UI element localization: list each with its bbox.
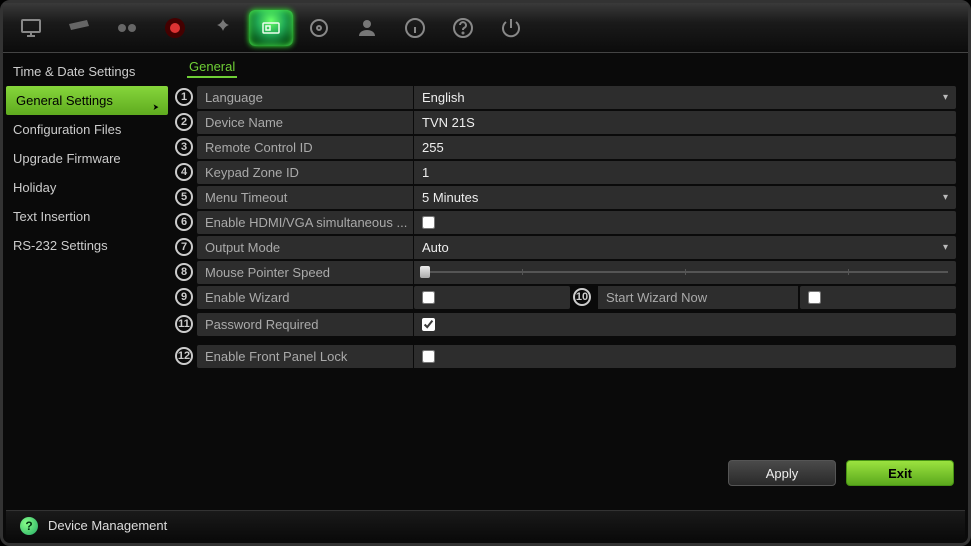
- power-icon[interactable]: [489, 10, 533, 46]
- row-badge: 8: [175, 263, 193, 281]
- field-value-output-mode[interactable]: Auto: [414, 236, 956, 259]
- field-label: Output Mode: [197, 236, 413, 259]
- field-label: Keypad Zone ID: [197, 161, 413, 184]
- disk-icon[interactable]: [297, 10, 341, 46]
- field-label: Menu Timeout: [197, 186, 413, 209]
- motion-icon[interactable]: [201, 10, 245, 46]
- sidebar-item-holiday[interactable]: Holiday: [3, 173, 171, 202]
- sidebar-item-text-insertion[interactable]: Text Insertion: [3, 202, 171, 231]
- field-label: Language: [197, 86, 413, 109]
- tab-general[interactable]: General: [187, 57, 237, 78]
- field-value-device-name[interactable]: TVN 21S: [414, 111, 956, 134]
- row-badge: 1: [175, 88, 193, 106]
- help-icon[interactable]: [441, 10, 485, 46]
- field-value-mouse-pointer-speed[interactable]: [414, 261, 956, 284]
- info-icon[interactable]: [393, 10, 437, 46]
- row-badge: 2: [175, 113, 193, 131]
- field-value-enable-hdmi-vga-simultaneous[interactable]: [414, 211, 956, 234]
- system-settings-icon[interactable]: [249, 10, 293, 46]
- field-value-enable-front-panel-lock[interactable]: [414, 345, 956, 368]
- field-label: Device Name: [197, 111, 413, 134]
- top-toolbar: [3, 3, 968, 53]
- field-label: Enable Wizard: [197, 286, 413, 309]
- gauges-icon[interactable]: [105, 10, 149, 46]
- status-bar: ? Device Management: [6, 510, 965, 540]
- exit-button[interactable]: Exit: [846, 460, 954, 486]
- field-value-menu-timeout[interactable]: 5 Minutes: [414, 186, 956, 209]
- row-badge: 9: [175, 288, 193, 306]
- status-title: Device Management: [48, 518, 167, 533]
- start-wizard-checkbox[interactable]: [800, 286, 956, 309]
- field-value-remote-control-id[interactable]: 255: [414, 136, 956, 159]
- row-badge: 12: [175, 347, 193, 365]
- monitor-icon[interactable]: [9, 10, 53, 46]
- row-badge: 11: [175, 315, 193, 333]
- row-badge: 3: [175, 138, 193, 156]
- sidebar-item-upgrade-firmware[interactable]: Upgrade Firmware: [3, 144, 171, 173]
- field-value-keypad-zone-id[interactable]: 1: [414, 161, 956, 184]
- sidebar-item-general-settings[interactable]: General Settings: [6, 86, 168, 115]
- help-hint-icon: ?: [20, 517, 38, 535]
- card-icon[interactable]: [57, 10, 101, 46]
- field-label: Password Required: [197, 313, 413, 336]
- row-badge: 6: [175, 213, 193, 231]
- field-value-language[interactable]: English: [414, 86, 956, 109]
- row-badge: 4: [175, 163, 193, 181]
- field-label: Enable Front Panel Lock: [197, 345, 413, 368]
- field-label: Enable HDMI/VGA simultaneous ...: [197, 211, 413, 234]
- sidebar: Time & Date SettingsGeneral SettingsConf…: [3, 53, 171, 496]
- user-icon[interactable]: [345, 10, 389, 46]
- field-label: Remote Control ID: [197, 136, 413, 159]
- sidebar-item-configuration-files[interactable]: Configuration Files: [3, 115, 171, 144]
- apply-button[interactable]: Apply: [728, 460, 836, 486]
- enable-wizard-checkbox[interactable]: [414, 286, 570, 309]
- main-panel: General 1LanguageEnglish2Device NameTVN …: [171, 53, 968, 496]
- row-badge: 7: [175, 238, 193, 256]
- row-badge: 5: [175, 188, 193, 206]
- sidebar-item-time-date-settings[interactable]: Time & Date Settings: [3, 57, 171, 86]
- field-value-password-required[interactable]: [414, 313, 956, 336]
- record-icon[interactable]: [153, 10, 197, 46]
- field-label: Mouse Pointer Speed: [197, 261, 413, 284]
- sidebar-item-rs-232-settings[interactable]: RS-232 Settings: [3, 231, 171, 260]
- row-badge: 10: [573, 288, 591, 306]
- field-label: Start Wizard Now: [598, 286, 798, 309]
